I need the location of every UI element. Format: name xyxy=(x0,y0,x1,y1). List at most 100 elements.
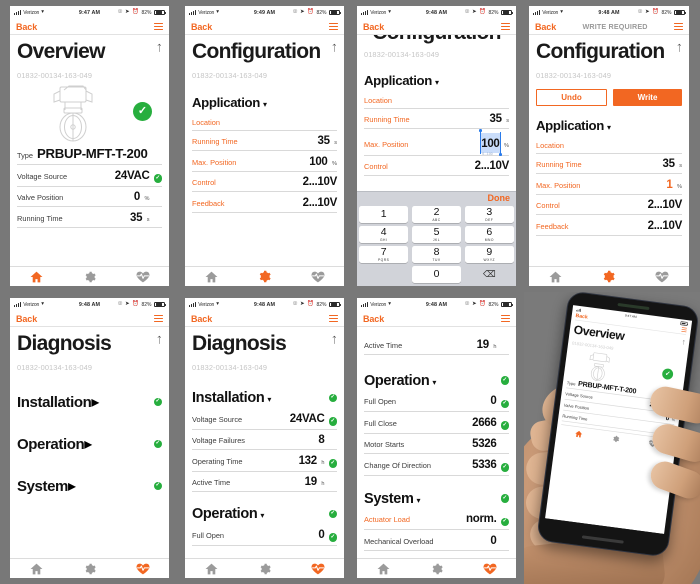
section-installation[interactable]: Installation ▾ ✓ xyxy=(192,389,337,407)
back-button[interactable]: Back xyxy=(16,22,37,32)
tab-settings[interactable] xyxy=(63,563,116,575)
hamburger-icon[interactable] xyxy=(501,314,510,323)
table-row[interactable]: Operating Time 132 h ✓ xyxy=(192,450,337,472)
table-row[interactable]: Running Time 35 s xyxy=(192,131,337,152)
section-system[interactable]: System▸ ✓ xyxy=(17,476,162,496)
table-row[interactable]: Motor Starts 5326 xyxy=(364,434,509,454)
back-button[interactable]: Back xyxy=(363,314,384,324)
section-installation[interactable]: Installation▸ ✓ xyxy=(17,392,162,412)
hamburger-icon[interactable] xyxy=(329,22,338,31)
tab-home[interactable] xyxy=(529,271,582,283)
table-row[interactable]: Running Time 35 s xyxy=(17,207,162,228)
key-5[interactable]: 5 JKL xyxy=(411,226,462,243)
row-value: 5326 xyxy=(472,438,497,450)
tab-home[interactable] xyxy=(357,563,410,575)
key-2[interactable]: 2 ABC xyxy=(411,206,462,223)
tab-settings[interactable] xyxy=(410,563,463,575)
table-row[interactable]: Active Time 19 h xyxy=(364,334,509,355)
home-icon[interactable] xyxy=(575,430,584,438)
key-9[interactable]: 9 WXYZ xyxy=(464,246,514,263)
key-8[interactable]: 8 TUV xyxy=(411,246,462,263)
table-row[interactable]: Running Time 35 s xyxy=(364,109,509,129)
panel-configuration-write: Verizon ▾ 9:48 AM ☉ ➤ ⏰ 82% Back WRITE R… xyxy=(524,0,700,292)
tab-settings[interactable] xyxy=(63,271,116,283)
table-row[interactable]: Running Time 35 s xyxy=(536,154,682,175)
table-row[interactable]: Full Close 2666 ✓ xyxy=(364,412,509,434)
table-row[interactable]: Max. Position 100 % xyxy=(192,151,337,172)
section-operation[interactable]: Operation▸ ✓ xyxy=(17,434,162,454)
table-row[interactable]: Full Open 0 ✓ xyxy=(192,524,337,546)
section-system[interactable]: System ▾ ✓ xyxy=(364,490,509,508)
key-3[interactable]: 3 DEF xyxy=(464,206,514,223)
table-row[interactable]: Full Open 0 ✓ xyxy=(364,391,509,412)
back-button[interactable]: Back xyxy=(191,314,212,324)
numeric-keypad[interactable]: Done 1 2 ABC 3 DEF 4 GHI 5 JKL 6 MNO 7 PQRS 8T… xyxy=(357,191,516,286)
table-row[interactable]: Feedback 2...10V xyxy=(192,192,337,213)
battery-icon xyxy=(154,9,167,16)
key-7[interactable]: 7 PQRS xyxy=(359,246,409,263)
section-application[interactable]: Application ▾ xyxy=(364,72,509,90)
undo-button[interactable]: Undo xyxy=(536,89,607,107)
back-button[interactable]: Back xyxy=(16,314,37,324)
hamburger-icon[interactable] xyxy=(154,314,163,323)
back-button[interactable]: Back xyxy=(191,22,212,32)
section-application[interactable]: Application ▾ xyxy=(192,94,337,112)
back-button[interactable]: Back xyxy=(575,313,588,320)
tab-settings[interactable] xyxy=(238,270,291,283)
tab-diagnosis[interactable] xyxy=(291,563,344,575)
section-application[interactable]: Application ▾ xyxy=(536,117,682,135)
navigation-icon: ➤ xyxy=(645,8,650,15)
tab-diagnosis[interactable] xyxy=(291,271,344,283)
key-6[interactable]: 6 MNO xyxy=(464,226,514,243)
table-row[interactable]: Location xyxy=(364,91,509,109)
table-row[interactable]: Change Of Direction 5336 ✓ xyxy=(364,454,509,476)
table-row[interactable]: Voltage Failures 8 xyxy=(192,430,337,451)
table-row-editing[interactable]: Max. Position 100 0...100 % xyxy=(364,129,509,156)
hamburger-icon[interactable] xyxy=(681,326,688,333)
section-operation[interactable]: Operation ▾ ✓ xyxy=(364,372,509,390)
table-row[interactable]: Mechanical Overload 0 xyxy=(364,530,509,551)
hamburger-icon[interactable] xyxy=(154,22,163,31)
table-row[interactable]: Voltage Source 24VAC ✓ xyxy=(192,408,337,430)
key-1[interactable]: 1 xyxy=(359,206,409,223)
hamburger-icon[interactable] xyxy=(673,22,683,31)
tab-diagnosis[interactable] xyxy=(116,271,169,283)
row-label: Max. Position xyxy=(364,139,409,149)
tab-diagnosis[interactable] xyxy=(636,271,689,283)
tab-diagnosis[interactable] xyxy=(463,563,516,575)
done-button[interactable]: Done xyxy=(488,193,511,203)
tab-home[interactable] xyxy=(10,271,63,283)
table-row[interactable]: Location xyxy=(536,136,682,154)
tab-settings[interactable] xyxy=(582,270,635,283)
tab-diagnosis[interactable] xyxy=(116,563,169,575)
table-row[interactable]: Location xyxy=(192,113,337,131)
back-button[interactable]: Back xyxy=(363,22,384,32)
back-button[interactable]: Back xyxy=(535,22,556,32)
max-position-input[interactable]: 100 0...100 xyxy=(479,129,502,156)
table-row[interactable]: Active Time 19 h xyxy=(192,472,337,493)
table-row[interactable]: Max. Position 1 % xyxy=(536,174,682,195)
hamburger-icon[interactable] xyxy=(501,22,510,31)
table-row[interactable]: Feedback 2...10V xyxy=(536,215,682,236)
backspace-icon[interactable]: ⌫ xyxy=(465,266,514,283)
carrier-label: Verizon xyxy=(23,9,40,16)
tab-home[interactable] xyxy=(185,563,238,575)
tab-home[interactable] xyxy=(10,563,63,575)
table-row[interactable]: Control 2...10V xyxy=(364,156,509,176)
table-row[interactable]: Valve Position 0 % xyxy=(17,187,162,208)
table-row[interactable]: Voltage Source 24VAC ✓ xyxy=(17,165,162,187)
section-operation[interactable]: Operation ▾ ✓ xyxy=(192,505,337,523)
hamburger-icon[interactable] xyxy=(329,314,338,323)
table-row[interactable]: Control 2...10V xyxy=(536,195,682,216)
table-row[interactable]: Control 2...10V xyxy=(192,172,337,193)
selection-handle-start[interactable] xyxy=(479,129,482,132)
key-0[interactable]: 0 xyxy=(411,266,462,283)
selection-handle-end[interactable] xyxy=(498,153,502,156)
gear-icon[interactable] xyxy=(612,435,620,443)
table-row[interactable]: Actuator Load norm. ✓ xyxy=(364,509,509,530)
write-button[interactable]: Write xyxy=(613,89,682,107)
tab-home[interactable] xyxy=(185,271,238,283)
table-row[interactable]: Type PRBUP-MFT-T-200 xyxy=(17,144,162,166)
key-4[interactable]: 4 GHI xyxy=(359,226,409,243)
tab-settings[interactable] xyxy=(238,563,291,575)
